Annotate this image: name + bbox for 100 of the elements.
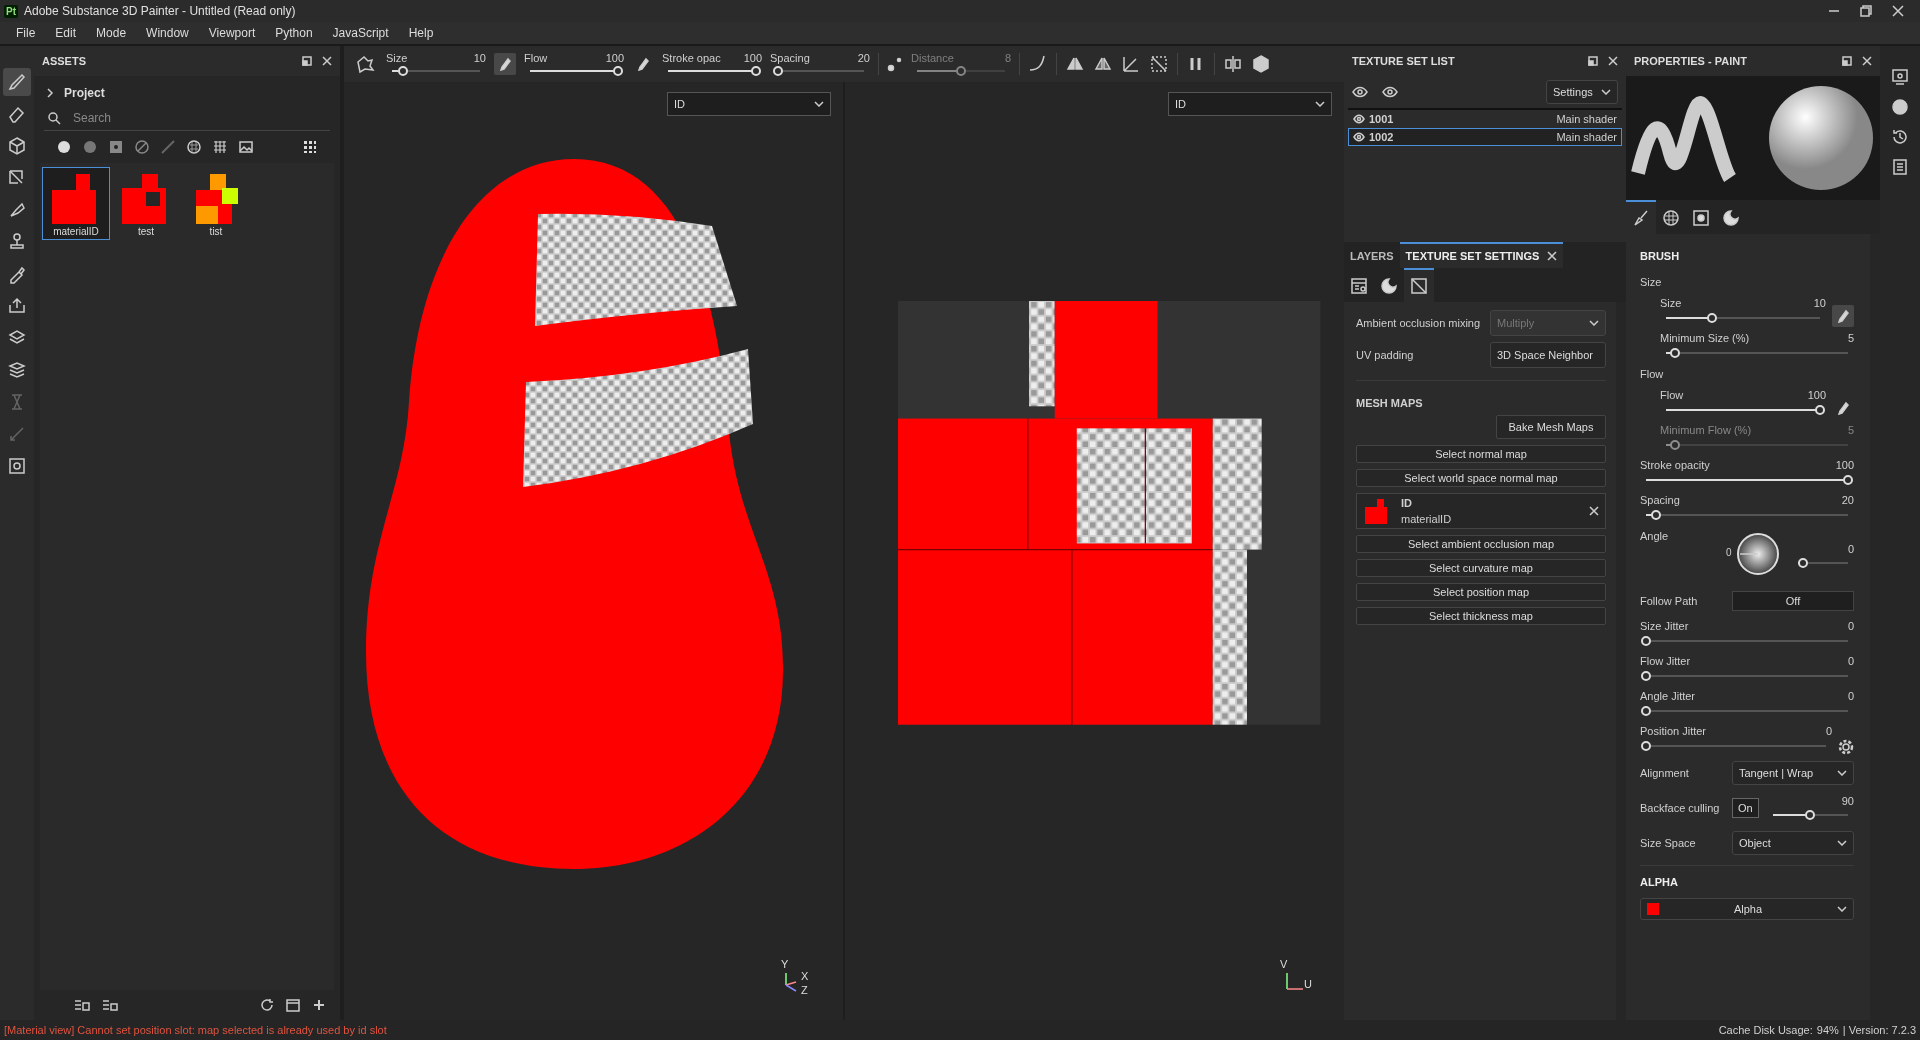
pen-pressure-button[interactable] — [494, 53, 516, 75]
settings-dropdown[interactable]: Settings — [1546, 80, 1618, 104]
brush-icon[interactable] — [160, 139, 176, 155]
chevron-icon[interactable] — [46, 88, 54, 98]
float-icon[interactable] — [1842, 56, 1852, 66]
eye-icon[interactable] — [1382, 86, 1398, 98]
map-slot-button[interactable]: Select thickness map — [1356, 607, 1606, 625]
icon-tab[interactable] — [1404, 268, 1434, 302]
panel-tab[interactable]: LAYERS — [1344, 242, 1400, 268]
close-icon[interactable] — [1608, 56, 1618, 66]
slider-handle[interactable] — [1843, 475, 1853, 485]
channel-dropdown[interactable]: ID — [1168, 92, 1332, 116]
list-icon[interactable] — [74, 998, 90, 1012]
folder-icon[interactable] — [286, 998, 300, 1012]
map-slot-button[interactable]: Select position map — [1356, 583, 1606, 601]
grid-icon[interactable] — [302, 139, 318, 155]
eye-icon[interactable] — [1352, 86, 1368, 98]
dots-icon[interactable] — [887, 56, 903, 72]
slider-handle[interactable] — [751, 65, 761, 76]
add-icon[interactable] — [312, 998, 326, 1012]
dropdown[interactable]: 3D Space Neighbor — [1490, 342, 1606, 368]
alpha-dropdown[interactable]: Alpha — [1640, 898, 1854, 920]
map-slot-button[interactable]: Select world space normal map — [1356, 469, 1606, 487]
slider-handle[interactable] — [1641, 671, 1651, 681]
contrast-icon[interactable] — [134, 139, 150, 155]
toggle-button[interactable]: On — [1732, 798, 1759, 818]
slider-handle[interactable] — [1641, 706, 1651, 716]
slider-handle[interactable] — [1707, 313, 1718, 323]
close-icon[interactable] — [1547, 251, 1558, 261]
menu-item[interactable]: Help — [398, 26, 444, 40]
eye-icon[interactable] — [1353, 114, 1365, 124]
map-slot[interactable]: ID materialID — [1356, 493, 1606, 529]
landscape-icon[interactable] — [238, 139, 254, 155]
texture-set-row[interactable]: 1002 Main shader — [1348, 128, 1622, 146]
map-slot-button[interactable]: Select curvature map — [1356, 559, 1606, 577]
panel-title: ASSETS — [42, 55, 86, 67]
channel-dropdown[interactable]: ID — [667, 92, 831, 116]
asset-tile[interactable]: tist — [182, 167, 250, 240]
slider-value: 0 — [1847, 620, 1854, 632]
half-sphere-icon[interactable] — [82, 139, 98, 155]
sphere-icon[interactable] — [56, 139, 72, 155]
dropdown[interactable]: Tangent | Wrap — [1732, 761, 1854, 785]
restore-icon[interactable] — [1860, 5, 1872, 17]
slider-handle[interactable] — [1805, 810, 1816, 820]
viewport[interactable]: ID Y X Z — [344, 82, 843, 1020]
panel-tab[interactable]: TEXTURE SET SETTINGS — [1399, 242, 1564, 268]
slider-value: 10 — [473, 51, 486, 64]
angle-dial[interactable] — [1734, 530, 1782, 578]
asset-tile[interactable]: materialID — [42, 167, 110, 240]
eye-icon[interactable] — [1353, 132, 1365, 142]
menu-item[interactable]: Edit — [45, 26, 87, 40]
viewport[interactable]: ID V U — [845, 82, 1344, 1020]
pen-pressure-button[interactable] — [1832, 305, 1854, 327]
tool-button[interactable] — [3, 68, 31, 96]
pattern-icon[interactable] — [212, 139, 228, 155]
asset-tile[interactable]: test — [112, 167, 180, 240]
dropdown[interactable]: Object — [1732, 831, 1854, 855]
menu-item[interactable]: Python — [265, 26, 323, 40]
slider-value: 10 — [1813, 297, 1826, 309]
menu-item[interactable]: Window — [136, 26, 199, 40]
search-field[interactable]: Search — [71, 110, 326, 126]
curve-icon[interactable] — [1028, 54, 1048, 74]
list-folder-icon[interactable] — [102, 998, 118, 1012]
environment-icon[interactable] — [1891, 98, 1909, 116]
slider-handle[interactable] — [772, 65, 783, 76]
menu-item[interactable]: Mode — [86, 26, 137, 40]
slider-handle[interactable] — [1798, 557, 1808, 568]
close-icon[interactable] — [1892, 5, 1904, 17]
slider-handle[interactable] — [613, 65, 623, 76]
menu-item[interactable]: JavaScript — [322, 26, 399, 40]
checker-icon[interactable] — [186, 139, 202, 155]
cube-icon[interactable] — [1251, 54, 1271, 74]
history-icon[interactable] — [1891, 128, 1909, 146]
square-icon[interactable] — [108, 139, 124, 155]
slider-handle[interactable] — [1815, 405, 1825, 415]
close-icon[interactable] — [1589, 506, 1599, 516]
axes-icon[interactable] — [1121, 54, 1141, 74]
close-icon[interactable] — [1862, 56, 1872, 66]
texture-set-row[interactable]: 1001 Main shader — [1348, 110, 1622, 128]
map-slot-button[interactable]: Select ambient occlusion map — [1356, 535, 1606, 553]
settings-icon[interactable] — [1838, 739, 1854, 755]
slider-handle[interactable] — [1651, 510, 1662, 520]
float-icon[interactable] — [302, 56, 312, 66]
menu-item[interactable]: Viewport — [198, 26, 266, 40]
float-icon[interactable] — [1588, 56, 1598, 66]
follow-path-button[interactable]: Off — [1732, 591, 1854, 611]
refresh-icon[interactable] — [260, 998, 274, 1012]
map-slot-button[interactable]: Select normal map — [1356, 445, 1606, 463]
slider-handle[interactable] — [398, 65, 409, 76]
display-settings-icon[interactable] — [1891, 68, 1909, 86]
close-icon[interactable] — [322, 56, 332, 66]
slider-handle[interactable] — [1670, 348, 1681, 358]
bake-button[interactable]: Bake Mesh Maps — [1496, 415, 1606, 439]
log-icon[interactable] — [1891, 158, 1909, 176]
split-view-icon[interactable] — [1223, 54, 1243, 74]
breadcrumb-link[interactable]: Project — [64, 86, 105, 100]
slider-handle[interactable] — [1641, 636, 1651, 646]
slider-handle[interactable] — [1641, 741, 1651, 751]
menu-item[interactable]: File — [6, 26, 46, 40]
hide-icon[interactable] — [1149, 54, 1169, 74]
